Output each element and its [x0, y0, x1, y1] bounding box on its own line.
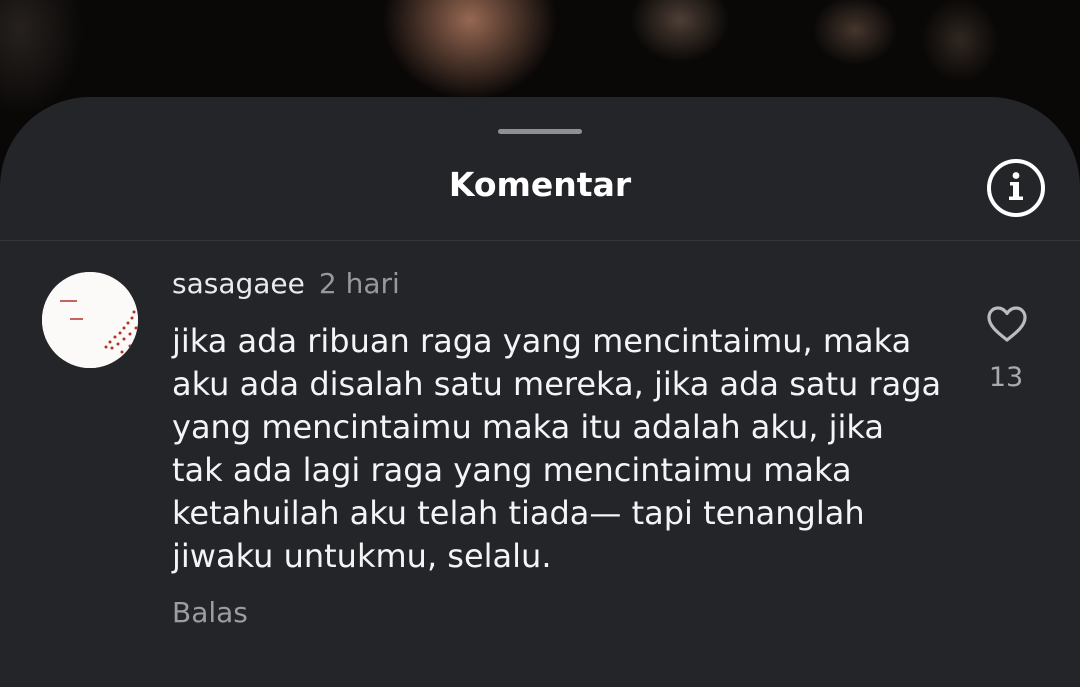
comment-time: 2 hari: [318, 267, 400, 300]
reply-button[interactable]: Balas: [172, 596, 248, 629]
avatar[interactable]: [42, 272, 138, 368]
header-divider: [0, 240, 1080, 241]
heart-outline-icon[interactable]: [985, 304, 1029, 344]
sheet-title: Komentar: [448, 165, 632, 204]
comments-sheet: Komentar sasagaee 2 hari jika ada ribuan…: [0, 97, 1080, 687]
comment-username[interactable]: sasagaee: [172, 267, 305, 300]
like-count: 13: [988, 362, 1024, 393]
info-icon[interactable]: [986, 158, 1046, 218]
drag-handle[interactable]: [498, 129, 582, 134]
comment-meta: sasagaee 2 hari: [172, 267, 400, 303]
screen: Komentar sasagaee 2 hari jika ada ribuan…: [0, 0, 1080, 687]
comment-text: jika ada ribuan raga yang mencintaimu, m…: [172, 322, 942, 575]
